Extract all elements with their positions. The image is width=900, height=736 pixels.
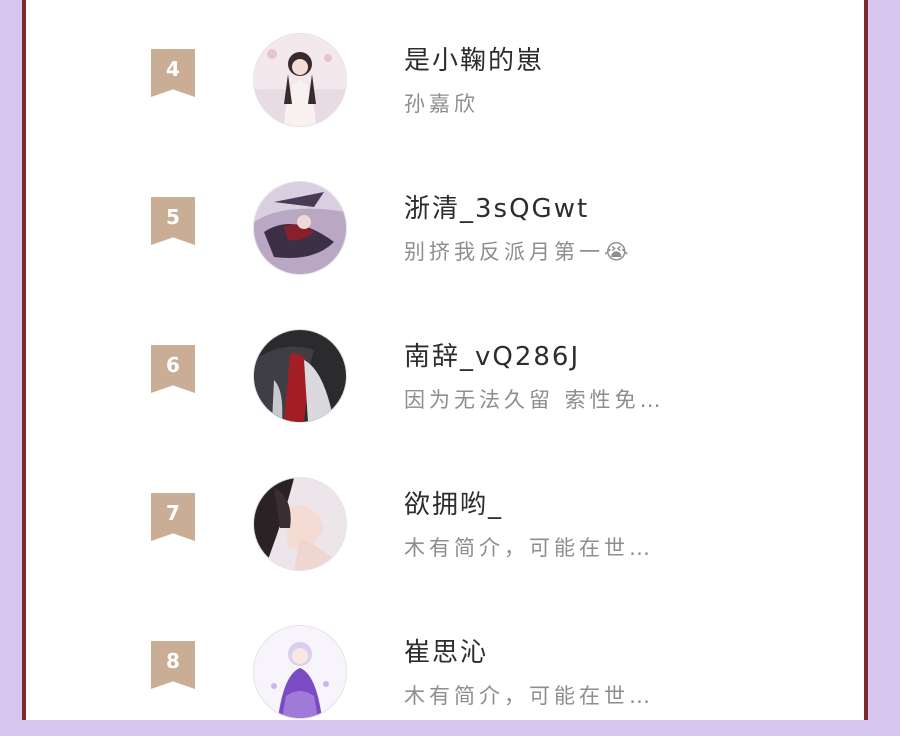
user-name[interactable]: 是小鞠的崽 xyxy=(404,40,544,77)
avatar[interactable] xyxy=(254,478,346,570)
user-bio: 孙嘉欣 xyxy=(404,92,479,116)
user-bio: 木有简介，可能在世… xyxy=(404,536,654,560)
user-name[interactable]: 崔思沁 xyxy=(404,632,488,669)
rank-badge: 5 xyxy=(151,197,195,245)
user-name[interactable]: 南辞_vQ286J xyxy=(404,336,580,373)
list-item[interactable]: 6 南辞_vQ286J 因为无法久留 索性免… xyxy=(26,330,864,440)
list-item[interactable]: 5 浙清_3sQGwt 别挤我反派月第一😭 xyxy=(26,182,864,292)
list-item[interactable]: 8 崔思沁 木有简介，可能在世… xyxy=(26,626,864,736)
rank-number: 5 xyxy=(166,205,180,229)
user-name[interactable]: 浙清_3sQGwt xyxy=(404,188,589,225)
list-item[interactable]: 7 欲拥哟_ 木有简介，可能在世… xyxy=(26,478,864,588)
user-bio: 木有简介，可能在世… xyxy=(404,684,654,708)
ranking-list-panel: 4 是小鞠的崽 孙嘉欣 5 浙清_3sQGwt 别挤我反派月第一😭 6 南辞_v… xyxy=(22,0,868,720)
rank-number: 6 xyxy=(166,353,180,377)
list-item[interactable]: 4 是小鞠的崽 孙嘉欣 xyxy=(26,34,864,144)
user-name[interactable]: 欲拥哟_ xyxy=(404,484,503,521)
rank-badge: 4 xyxy=(151,49,195,97)
user-bio: 因为无法久留 索性免… xyxy=(404,388,665,412)
avatar[interactable] xyxy=(254,182,346,274)
avatar[interactable] xyxy=(254,34,346,126)
rank-number: 7 xyxy=(166,501,180,525)
rank-badge: 8 xyxy=(151,641,195,689)
rank-badge: 6 xyxy=(151,345,195,393)
user-bio: 别挤我反派月第一😭 xyxy=(404,240,633,264)
rank-number: 8 xyxy=(166,649,180,673)
rank-badge: 7 xyxy=(151,493,195,541)
rank-number: 4 xyxy=(166,57,180,81)
avatar[interactable] xyxy=(254,330,346,422)
avatar[interactable] xyxy=(254,626,346,718)
